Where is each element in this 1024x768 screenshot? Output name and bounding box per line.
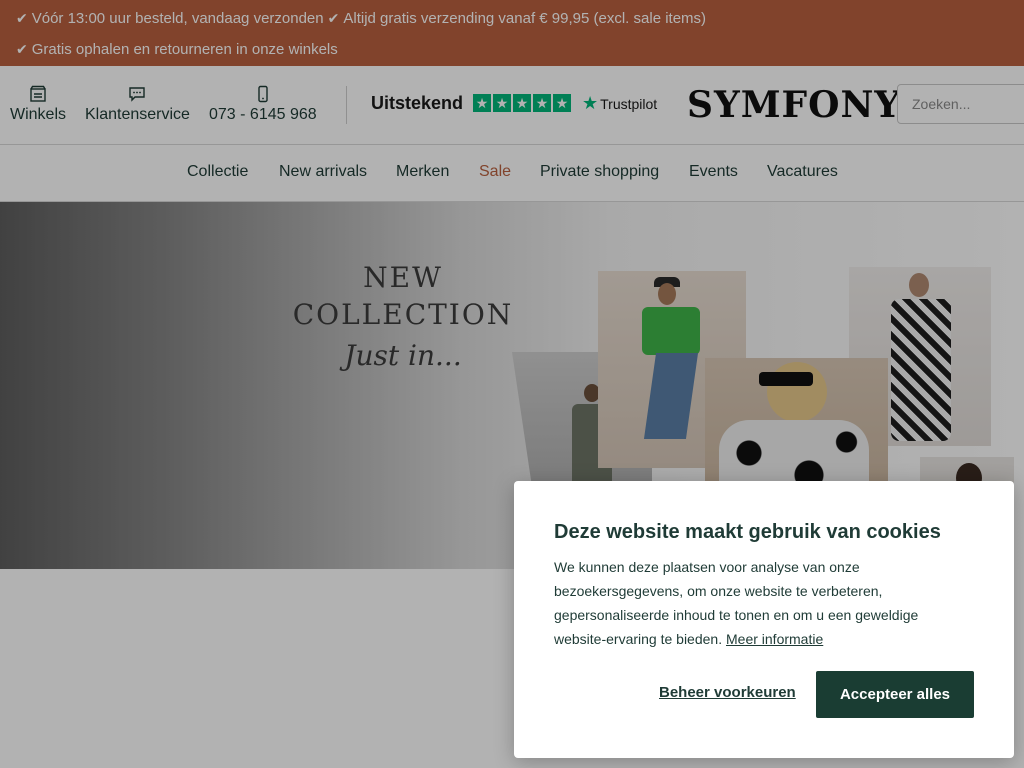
cookie-text: We kunnen deze plaatsen voor analyse van… — [554, 555, 954, 651]
manage-preferences-button[interactable]: Beheer voorkeuren — [659, 684, 796, 701]
cookie-dialog: Deze website maakt gebruik van cookies W… — [514, 481, 1014, 758]
cookie-title: Deze website maakt gebruik van cookies — [554, 521, 941, 543]
more-info-link[interactable]: Meer informatie — [726, 631, 823, 647]
accept-all-button[interactable]: Accepteer alles — [816, 671, 974, 718]
